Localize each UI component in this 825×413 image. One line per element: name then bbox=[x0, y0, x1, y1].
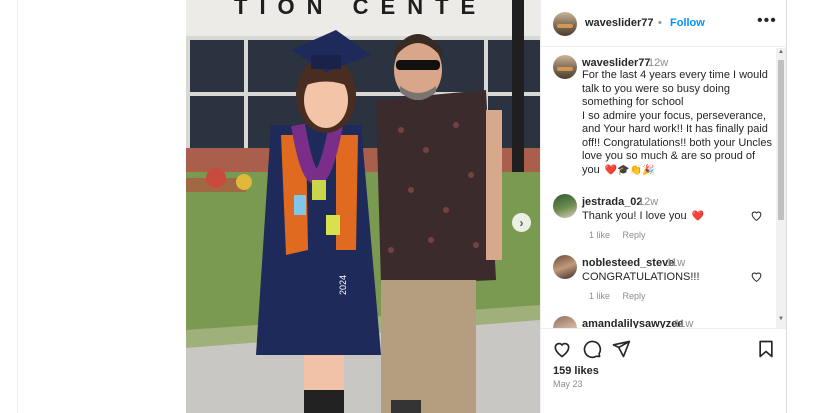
comment-meta: 1 like Reply bbox=[589, 291, 656, 301]
comments-list[interactable]: waveslider77 12w For the last 4 years ev… bbox=[541, 48, 777, 328]
send-icon[interactable] bbox=[611, 339, 631, 359]
post-date[interactable]: May 23 bbox=[553, 379, 583, 389]
caption-emojis: ❤️🎓👏🎉 bbox=[604, 164, 655, 176]
comment-text: Thank you! I love you ❤️ bbox=[582, 210, 704, 222]
action-bar: 159 likes May 23 bbox=[541, 328, 787, 413]
reply-button[interactable]: Reply bbox=[623, 230, 646, 240]
scroll-up-icon[interactable]: ▲ bbox=[778, 49, 784, 55]
divider bbox=[17, 0, 18, 413]
scroll-down-icon[interactable]: ▼ bbox=[778, 316, 784, 322]
bookmark-icon[interactable] bbox=[756, 339, 776, 359]
reply-button[interactable]: Reply bbox=[623, 291, 646, 301]
follow-button[interactable]: Follow bbox=[670, 17, 705, 29]
comment-username[interactable]: jestrada_02 bbox=[582, 196, 643, 208]
comments-scrollbar[interactable]: ▲ ▼ bbox=[776, 48, 786, 328]
comment-item: noblesteed_steve 11w CONGRATULATIONS!!! … bbox=[541, 255, 777, 303]
heart-icon[interactable] bbox=[552, 339, 572, 359]
next-photo-button[interactable]: › bbox=[512, 213, 531, 232]
more-options-icon[interactable]: ••• bbox=[757, 12, 777, 30]
comment-username[interactable]: noblesteed_steve bbox=[582, 257, 674, 269]
cap-year-text: 2024 bbox=[338, 275, 348, 295]
comment-body: Thank you! I love you bbox=[582, 210, 687, 222]
comment-like-count[interactable]: 1 like bbox=[589, 230, 610, 240]
like-count[interactable]: 159 likes bbox=[553, 365, 599, 377]
caption-text: For the last 4 years every time I would … bbox=[582, 69, 772, 177]
comment-emoji: ❤️ bbox=[691, 211, 705, 222]
comment-item: jestrada_02 12w Thank you! I love you ❤️… bbox=[541, 194, 777, 242]
avatar[interactable] bbox=[553, 55, 577, 79]
comment-timestamp[interactable]: 12w bbox=[638, 196, 658, 208]
comment-icon[interactable] bbox=[582, 339, 602, 359]
comment-meta: 1 like Reply bbox=[589, 230, 656, 240]
post-panel: waveslider77 • Follow ••• waveslider77 1… bbox=[540, 0, 787, 413]
comment-timestamp[interactable]: 11w bbox=[674, 318, 693, 328]
scroll-thumb[interactable] bbox=[778, 60, 784, 220]
post-username[interactable]: waveslider77 bbox=[585, 17, 654, 29]
caption-username[interactable]: waveslider77 bbox=[582, 57, 651, 69]
comment-text: CONGRATULATIONS!!! bbox=[582, 271, 700, 283]
comment-item: amandalilysawyzee 11w bbox=[541, 316, 777, 328]
caption-body: For the last 4 years every time I would … bbox=[582, 69, 772, 176]
building-sign-text: TION CENTE bbox=[234, 0, 487, 19]
caption-timestamp[interactable]: 12w bbox=[648, 57, 668, 69]
comment-username[interactable]: amandalilysawyzee bbox=[582, 318, 684, 328]
avatar[interactable] bbox=[553, 255, 577, 279]
avatar[interactable] bbox=[553, 194, 577, 218]
avatar[interactable] bbox=[553, 316, 577, 328]
heart-icon[interactable] bbox=[750, 209, 763, 222]
post-header: waveslider77 • Follow ••• bbox=[541, 0, 787, 47]
separator-dot: • bbox=[658, 17, 662, 29]
divider bbox=[786, 0, 787, 413]
page-background-left bbox=[0, 0, 186, 413]
post-photo: TION CENTE 2024 bbox=[186, 0, 540, 413]
chevron-right-icon: › bbox=[519, 215, 524, 230]
comment-like-count[interactable]: 1 like bbox=[589, 291, 610, 301]
comment-timestamp[interactable]: 11w bbox=[666, 257, 685, 269]
avatar[interactable] bbox=[553, 12, 577, 36]
heart-icon[interactable] bbox=[750, 270, 763, 283]
